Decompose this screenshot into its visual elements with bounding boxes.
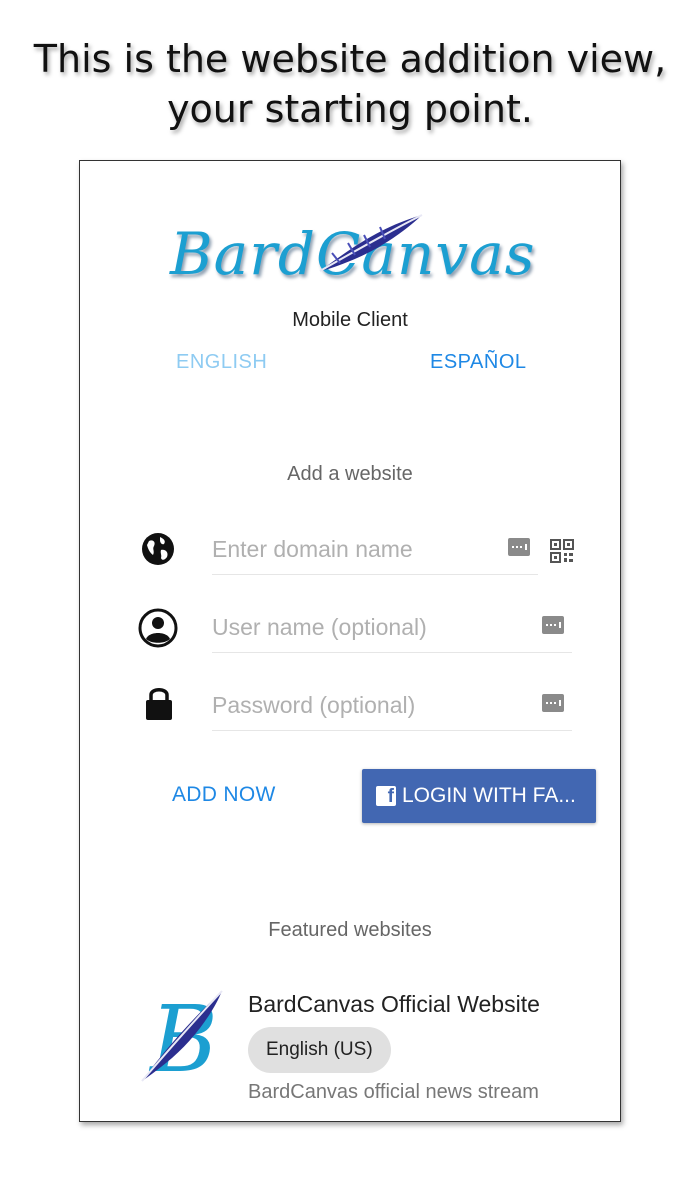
add-now-button[interactable]: ADD NOW: [172, 783, 276, 807]
bardcanvas-site-logo: B: [141, 986, 223, 1085]
featured-websites-title: Featured websites: [268, 919, 432, 941]
domain-field-container: [212, 524, 538, 575]
quill-icon: [319, 214, 423, 272]
password-input[interactable]: [212, 680, 502, 730]
facebook-login-label: LOGIN WITH FA...: [402, 784, 576, 807]
caption-line-2: your starting point.: [167, 87, 533, 131]
globe-icon: [142, 533, 174, 565]
password-field-container: [212, 680, 572, 731]
user-account-icon: [138, 608, 178, 648]
screenshot-caption: This is the website addition view, your …: [0, 34, 700, 134]
featured-site-description: BardCanvas official news stream: [248, 1081, 539, 1103]
lock-icon: [146, 688, 172, 720]
facebook-icon: f: [376, 786, 396, 806]
app-subtitle: Mobile Client: [292, 309, 408, 331]
caption-line-1: This is the website addition view,: [33, 37, 667, 81]
keyboard-icon[interactable]: [542, 694, 564, 712]
language-spanish-button[interactable]: ESPAÑOL: [430, 351, 527, 374]
qr-code-icon[interactable]: [550, 539, 574, 563]
keyboard-icon[interactable]: [542, 616, 564, 634]
app-logo: BardCanvas: [170, 209, 534, 299]
username-input[interactable]: [212, 602, 502, 652]
language-english-button[interactable]: ENGLISH: [176, 351, 267, 374]
domain-input[interactable]: [212, 524, 502, 574]
keyboard-icon[interactable]: [508, 538, 530, 556]
username-field-container: [212, 602, 572, 653]
app-screen: BardCanvas Mobile Client ENGLISH ESPAÑOL…: [79, 160, 621, 1122]
language-chip: English (US): [248, 1027, 391, 1073]
featured-site-name: BardCanvas Official Website: [248, 991, 540, 1017]
add-website-title: Add a website: [287, 463, 413, 485]
facebook-login-button[interactable]: f LOGIN WITH FA...: [362, 769, 596, 823]
